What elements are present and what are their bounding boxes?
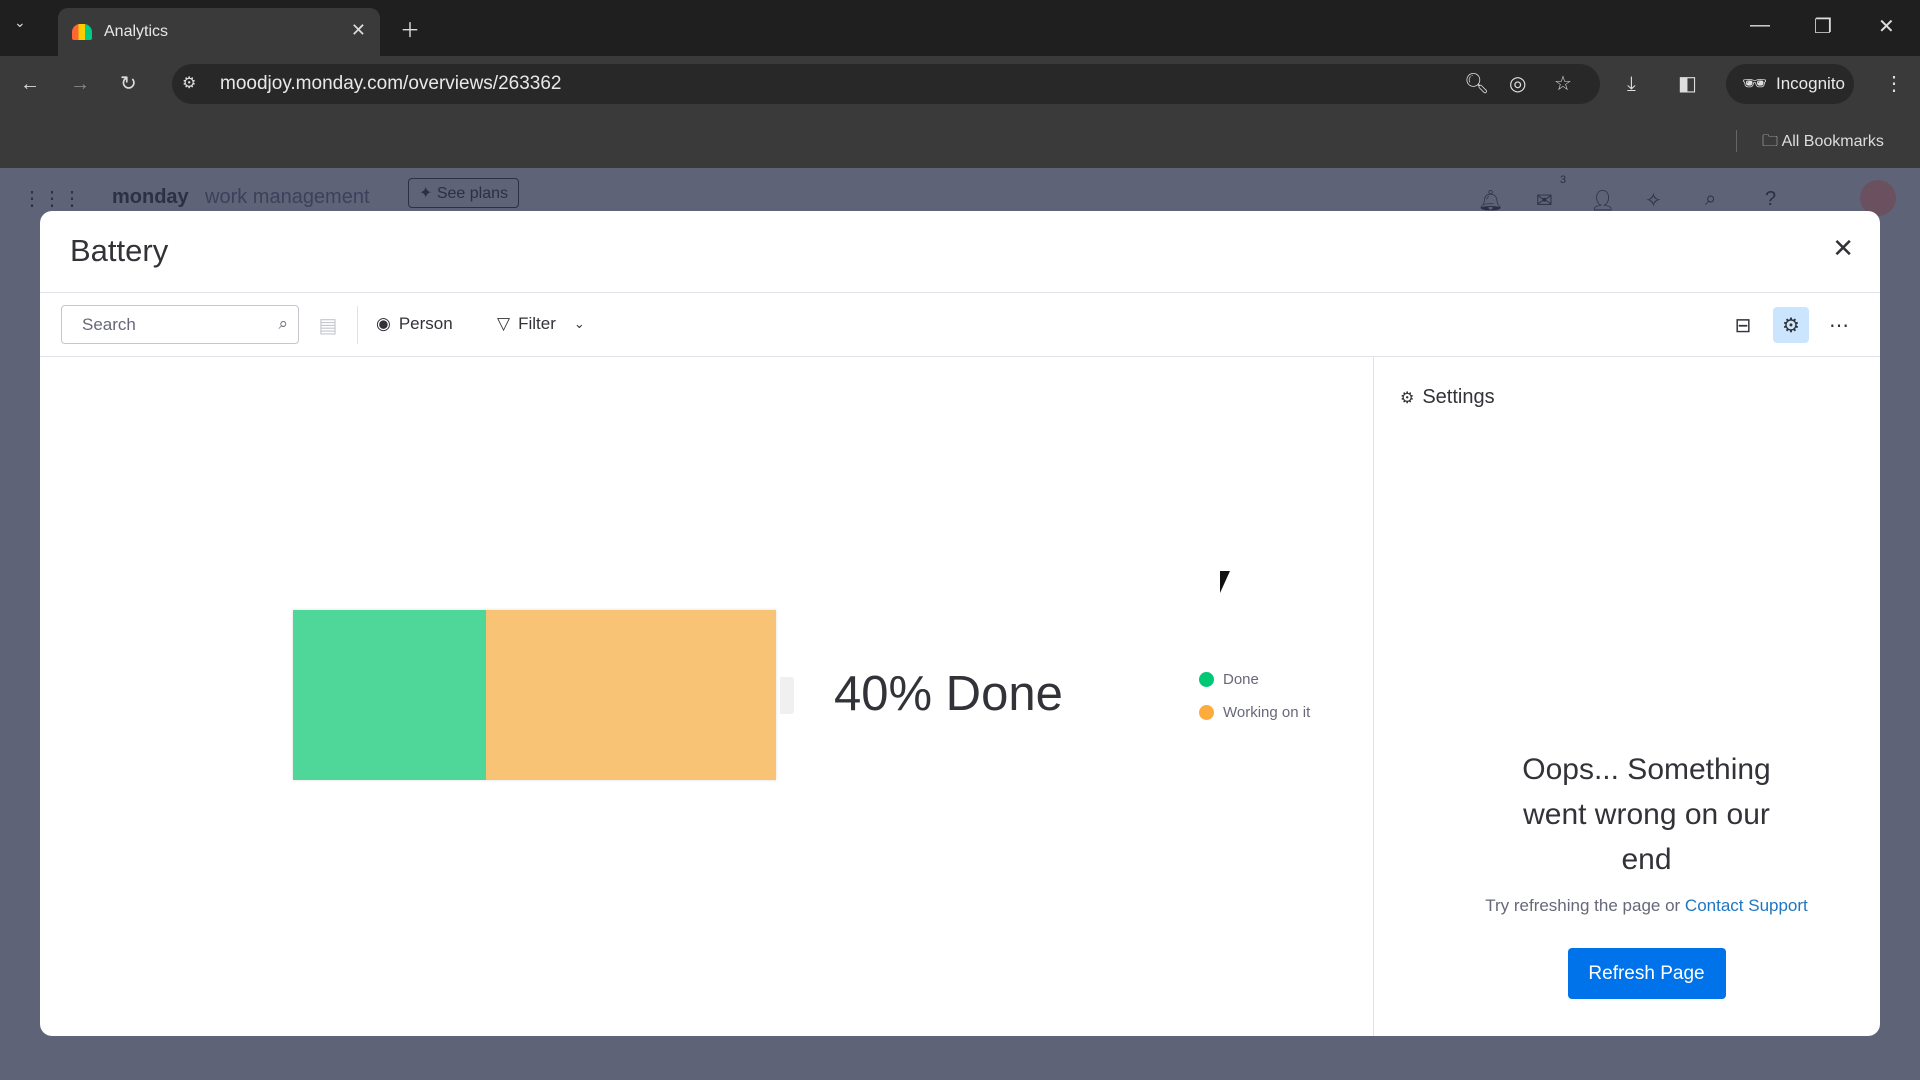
restore-icon[interactable]: ❐ <box>1814 14 1832 39</box>
person-icon: ◉ <box>376 314 391 333</box>
filter-button[interactable]: ▽ Filter ⌄ <box>497 314 585 334</box>
bell-icon[interactable]: 🔔︎ <box>1478 188 1503 213</box>
legend-label: Done <box>1223 671 1259 688</box>
help-icon[interactable]: ? <box>1765 188 1776 211</box>
search-input[interactable]: Search ⌕ <box>61 305 299 344</box>
save-icon[interactable]: ▤ <box>310 307 346 343</box>
browser-tab-strip: ⌄ Analytics ✕ ＋ — ❐ ✕ <box>0 0 1920 56</box>
battery-widget-modal: Battery ✕ Search ⌕ ▤ ◉ Person ▽ Filter ⌄ ⊟ … <box>40 211 1880 1036</box>
brand-suffix: work management <box>205 186 370 208</box>
forward-icon[interactable]: → <box>70 74 90 94</box>
mouse-cursor <box>1220 571 1230 593</box>
eye-off-icon[interactable]: ◎ <box>1509 74 1526 94</box>
person-filter-button[interactable]: ◉ Person <box>376 314 453 334</box>
menu-icon[interactable]: ⋮ <box>1884 74 1904 94</box>
url-text: moodjoy.monday.com/overviews/263362 <box>220 73 562 94</box>
inbox-count: 3 <box>1560 174 1567 186</box>
legend-item-done: Done <box>1199 671 1259 688</box>
zoom-icon[interactable]: 🔍︎ <box>1464 74 1489 94</box>
back-icon[interactable]: ← <box>20 74 40 94</box>
brand-name: monday <box>112 186 189 208</box>
all-bookmarks[interactable]: 🗀 All Bookmarks <box>1762 130 1884 157</box>
refresh-page-button[interactable]: Refresh Page <box>1567 948 1726 999</box>
search-placeholder: Search <box>82 315 136 334</box>
chevron-down-icon[interactable]: ⌄ <box>574 316 585 332</box>
browser-toolbar: ← → ↻ ⚙ moodjoy.monday.com/overviews/263… <box>0 56 1920 168</box>
inbox-icon[interactable]: ✉ <box>1536 188 1553 213</box>
monday-header: ⋮⋮⋮ monday work management ✦ See plans 🔔… <box>0 168 1920 216</box>
legend-dot-working <box>1199 705 1214 720</box>
tab-title: Analytics <box>104 23 169 40</box>
incognito-badge[interactable]: 🕶︎ Incognito <box>1726 64 1854 104</box>
see-plans-label: See plans <box>436 185 509 202</box>
error-state: Oops... Something went wrong on our end … <box>1413 211 1880 999</box>
close-tab-icon[interactable]: ✕ <box>351 20 366 41</box>
error-hint: Try refreshing the page or <box>1485 896 1685 915</box>
person-label: Person <box>398 314 453 333</box>
modal-title: Battery <box>70 233 169 268</box>
browser-tab[interactable]: Analytics ✕ <box>58 8 380 56</box>
divider <box>357 306 358 344</box>
contact-support-link[interactable]: Contact Support <box>1685 896 1808 915</box>
invite-icon[interactable]: 👤︎ <box>1590 188 1615 213</box>
search-icon[interactable]: ⌕ <box>1705 188 1716 211</box>
divider <box>1736 130 1737 152</box>
battery-segment-working-on-it <box>486 610 776 780</box>
apps-grid-icon[interactable]: ⋮⋮⋮ <box>22 186 82 211</box>
legend-item-working: Working on it <box>1199 704 1310 721</box>
bookmarks-label: All Bookmarks <box>1781 133 1884 150</box>
star-icon[interactable]: ☆ <box>1554 74 1572 94</box>
minimize-icon[interactable]: — <box>1750 14 1770 37</box>
side-panel-icon[interactable]: ◧ <box>1678 74 1697 94</box>
legend-dot-done <box>1199 672 1214 687</box>
window-close-icon[interactable]: ✕ <box>1878 14 1895 39</box>
tab-search-icon[interactable]: ⌄ <box>14 14 26 31</box>
incognito-icon: 🕶︎ <box>1742 73 1768 95</box>
monday-favicon-icon <box>72 24 92 40</box>
see-plans-button[interactable]: ✦ See plans <box>408 178 520 208</box>
filter-label: Filter <box>518 314 556 333</box>
download-icon[interactable]: ⤓ <box>1627 74 1636 94</box>
address-bar[interactable]: ⚙ moodjoy.monday.com/overviews/263362 🔍︎… <box>172 64 1600 104</box>
incognito-label: Incognito <box>1776 74 1845 93</box>
battery-segment-done <box>293 610 487 780</box>
battery-chart <box>293 610 776 780</box>
folder-icon: 🗀 <box>1762 133 1782 150</box>
new-tab-icon[interactable]: ＋ <box>400 14 420 43</box>
search-icon: ⌕ <box>278 314 288 333</box>
battery-tip <box>780 677 794 714</box>
error-title: Oops... Something went wrong on our end <box>1522 753 1771 876</box>
percent-done-label: 40% Done <box>834 667 1063 721</box>
legend-label: Working on it <box>1223 704 1311 721</box>
site-settings-icon[interactable]: ⚙ <box>182 74 196 94</box>
reload-icon[interactable]: ↻ <box>120 74 137 94</box>
panel-divider <box>1373 356 1374 1036</box>
filter-icon: ▽ <box>497 314 511 333</box>
apps-icon[interactable]: ✧ <box>1645 188 1662 213</box>
